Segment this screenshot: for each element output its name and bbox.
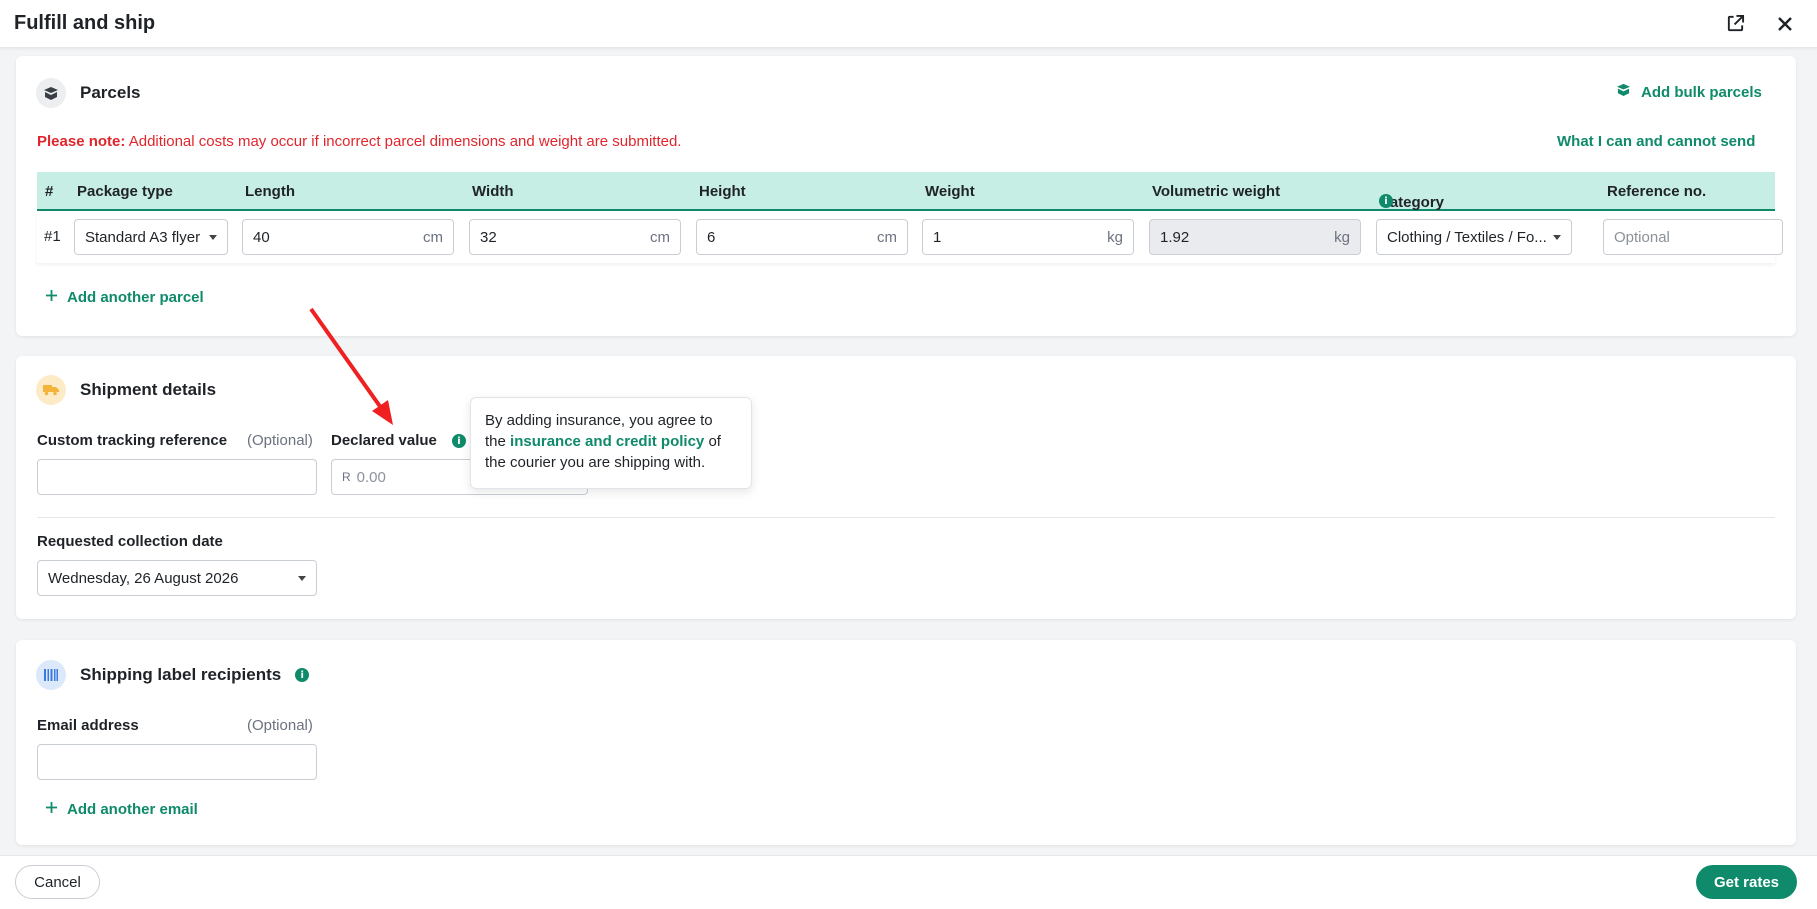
length-unit: cm bbox=[423, 228, 443, 246]
declared-value-info-icon[interactable]: i bbox=[452, 434, 466, 448]
currency-symbol: R bbox=[342, 470, 351, 484]
page-title: Fulfill and ship bbox=[14, 12, 156, 34]
package-type-value: Standard A3 flyer bbox=[85, 228, 201, 246]
insurance-tooltip: By adding insurance, you agree to the in… bbox=[470, 397, 752, 489]
annotation-arrow-icon bbox=[309, 307, 393, 425]
collection-date-select[interactable]: Wednesday, 26 August 2026 bbox=[37, 560, 317, 596]
volumetric-value: 1.92 bbox=[1160, 228, 1190, 246]
parcels-table-header: # Package type Length Width Height Weigh… bbox=[37, 172, 1775, 211]
weight-unit: kg bbox=[1107, 228, 1123, 246]
col-height: Height bbox=[699, 183, 746, 200]
col-reference: Reference no. bbox=[1607, 183, 1707, 200]
col-width: Width bbox=[472, 183, 514, 200]
note-text: Additional costs may occur if incorrect … bbox=[128, 133, 682, 150]
email-address-label: Email address bbox=[37, 717, 139, 734]
open-external-icon[interactable] bbox=[1725, 14, 1745, 34]
parcel-row: #1 Standard A3 flyer 40 cm 32 cm 6 cm 1 … bbox=[37, 211, 1783, 263]
truck-icon bbox=[36, 375, 66, 405]
dimensions-warning: Please note: Additional costs may occur … bbox=[37, 133, 681, 150]
plus-icon bbox=[46, 288, 57, 306]
labels-title: Shipping label recipients bbox=[80, 665, 282, 684]
labels-heading: Shipping label recipients i bbox=[36, 660, 310, 690]
weight-input[interactable]: 1 kg bbox=[922, 219, 1134, 255]
width-input[interactable]: 32 cm bbox=[469, 219, 681, 255]
chevron-down-icon bbox=[1553, 234, 1561, 240]
parcels-card: Parcels Add bulk parcels Please note: Ad… bbox=[16, 56, 1796, 336]
col-volumetric-weight: Volumetric weight bbox=[1152, 183, 1281, 200]
category-value: Clothing / Textiles / Fo... bbox=[1387, 228, 1547, 246]
get-rates-button[interactable]: Get rates bbox=[1696, 865, 1797, 899]
parcel-index: #1 bbox=[44, 228, 61, 245]
reference-input[interactable]: Optional bbox=[1603, 219, 1783, 255]
width-unit: cm bbox=[650, 228, 670, 246]
category-info-icon[interactable]: i bbox=[1379, 194, 1393, 208]
package-type-select[interactable]: Standard A3 flyer bbox=[74, 219, 228, 255]
col-package-type: Package type bbox=[77, 183, 173, 200]
volumetric-unit: kg bbox=[1334, 228, 1350, 246]
col-index: # bbox=[45, 183, 54, 200]
height-unit: cm bbox=[877, 228, 897, 246]
what-can-send-link[interactable]: What I can and cannot send bbox=[1557, 133, 1755, 150]
add-bulk-parcels-button[interactable]: Add bulk parcels bbox=[1616, 83, 1762, 101]
add-another-parcel-button[interactable]: Add another parcel bbox=[46, 288, 204, 306]
length-value: 40 bbox=[253, 228, 270, 246]
note-label: Please note: bbox=[37, 133, 126, 150]
boxes-icon bbox=[1616, 83, 1631, 101]
insurance-policy-link[interactable]: insurance and credit policy bbox=[510, 433, 704, 450]
parcels-box-icon bbox=[36, 78, 66, 108]
height-input[interactable]: 6 cm bbox=[696, 219, 908, 255]
add-another-parcel-label: Add another parcel bbox=[67, 288, 204, 306]
collection-date-label: Requested collection date bbox=[37, 533, 223, 550]
add-bulk-parcels-label: Add bulk parcels bbox=[1641, 83, 1762, 101]
barcode-icon bbox=[36, 660, 66, 690]
width-value: 32 bbox=[480, 228, 497, 246]
col-length: Length bbox=[245, 183, 295, 200]
tracking-reference-input[interactable] bbox=[37, 459, 317, 495]
labels-info-icon[interactable]: i bbox=[295, 668, 310, 682]
height-value: 6 bbox=[707, 228, 716, 246]
length-input[interactable]: 40 cm bbox=[242, 219, 454, 255]
add-another-email-button[interactable]: Add another email bbox=[46, 800, 198, 818]
email-address-input[interactable] bbox=[37, 744, 317, 780]
category-select[interactable]: Clothing / Textiles / Fo... bbox=[1376, 219, 1572, 255]
section-divider bbox=[37, 517, 1775, 518]
plus-icon bbox=[46, 800, 57, 818]
shipment-heading: Shipment details bbox=[36, 375, 216, 405]
parcels-title: Parcels bbox=[80, 83, 141, 102]
volumetric-weight-field: 1.92 kg bbox=[1149, 219, 1361, 255]
declared-value-label: Declared value bbox=[331, 432, 437, 449]
modal-footer: Cancel Get rates bbox=[0, 855, 1817, 909]
label-recipients-card: Shipping label recipients i Email addres… bbox=[16, 640, 1796, 845]
add-another-email-label: Add another email bbox=[67, 800, 198, 818]
close-icon[interactable] bbox=[1775, 14, 1795, 34]
email-optional-label: (Optional) bbox=[247, 717, 313, 734]
tracking-reference-label: Custom tracking reference bbox=[37, 432, 228, 449]
parcels-heading: Parcels bbox=[36, 78, 141, 108]
collection-date-value: Wednesday, 26 August 2026 bbox=[48, 569, 239, 587]
shipment-title: Shipment details bbox=[80, 380, 217, 399]
chevron-down-icon bbox=[298, 575, 306, 581]
declared-value-placeholder: 0.00 bbox=[356, 468, 386, 486]
col-weight: Weight bbox=[925, 183, 975, 200]
reference-placeholder: Optional bbox=[1614, 228, 1670, 246]
weight-value: 1 bbox=[933, 228, 942, 246]
chevron-down-icon bbox=[209, 234, 217, 240]
tracking-optional-label: (Optional) bbox=[247, 432, 313, 449]
cancel-button[interactable]: Cancel bbox=[15, 865, 100, 899]
shipment-details-card: Shipment details Custom tracking referen… bbox=[16, 356, 1796, 619]
modal-header: Fulfill and ship bbox=[0, 0, 1817, 48]
